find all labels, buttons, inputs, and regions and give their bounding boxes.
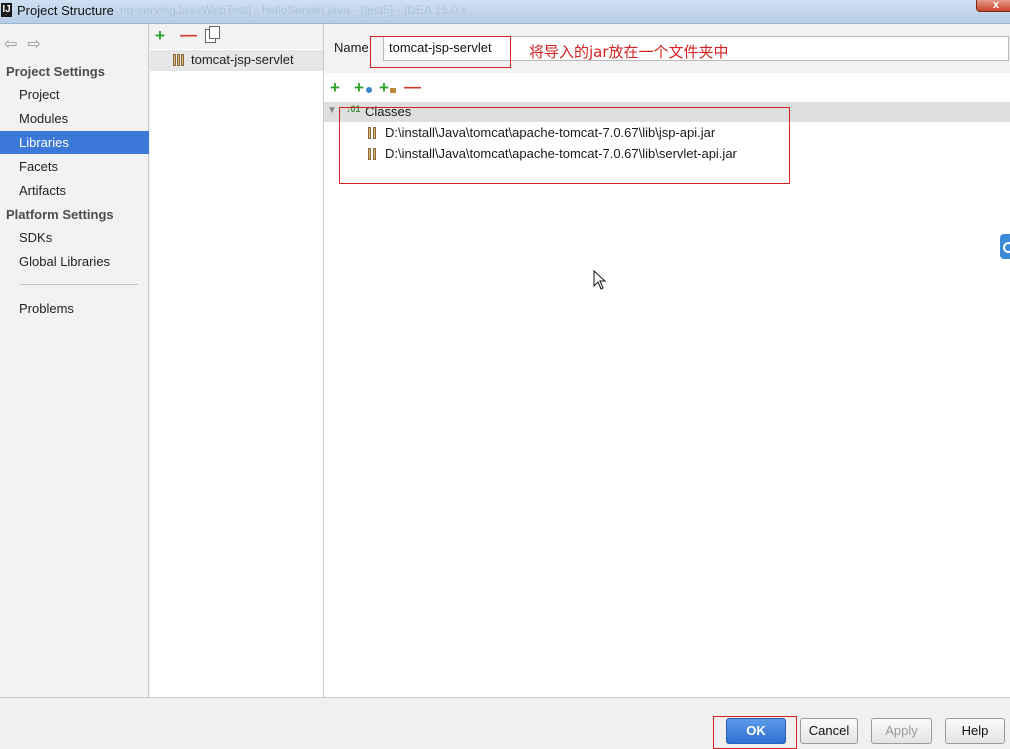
remove-library-icon[interactable]: — bbox=[180, 25, 197, 45]
copy-library-icon[interactable] bbox=[205, 26, 220, 43]
mouse-cursor-icon bbox=[593, 270, 607, 290]
attach-badge-icon bbox=[366, 87, 372, 93]
background-window-title: no-servingJavaWebTest] - helloServlet.ja… bbox=[120, 3, 468, 17]
annotation-text: 将导入的jar放在一个文件夹中 bbox=[529, 43, 729, 61]
annotation-box-name bbox=[370, 36, 511, 68]
sidebar-item-project[interactable]: Project bbox=[0, 83, 149, 106]
attach-classes-icon[interactable]: + bbox=[354, 78, 364, 98]
title-bar: IJ Project Structure no-servingJavaWebTe… bbox=[0, 0, 1010, 24]
library-list-toolbar: + — bbox=[150, 24, 323, 49]
annotation-box-classes bbox=[339, 107, 790, 184]
attach-jar-icon[interactable]: + bbox=[379, 78, 389, 98]
library-name-bar: Name tomcat-jsp-servlet 将导入的jar放在一个文件夹中 bbox=[324, 24, 1010, 73]
sidebar-item-libraries[interactable]: Libraries bbox=[0, 131, 149, 154]
sidebar-item-global-libraries[interactable]: Global Libraries bbox=[0, 250, 149, 273]
sidebar-item-modules[interactable]: Modules bbox=[0, 107, 149, 130]
apply-button[interactable]: Apply bbox=[871, 718, 932, 744]
intellij-app-icon: IJ bbox=[1, 3, 12, 17]
arrow-right-icon[interactable]: ⇨ bbox=[27, 36, 40, 53]
classes-toolbar: + + + — bbox=[324, 77, 1010, 100]
remove-root-icon[interactable]: — bbox=[404, 77, 421, 97]
dialog-button-bar: OK Cancel Apply Help bbox=[0, 697, 1010, 749]
side-panel-toggle-button[interactable] bbox=[1000, 234, 1010, 259]
expand-triangle-icon[interactable]: ▼ bbox=[327, 105, 337, 116]
library-list-panel: + — tomcat-jsp-servlet bbox=[150, 24, 324, 697]
sidebar-item-facets[interactable]: Facets bbox=[0, 155, 149, 178]
sidebar-divider bbox=[20, 284, 138, 285]
library-item-label: tomcat-jsp-servlet bbox=[191, 52, 294, 67]
library-detail-panel: Name tomcat-jsp-servlet 将导入的jar放在一个文件夹中 … bbox=[324, 24, 1010, 697]
history-nav: ⇦ ⇨ bbox=[4, 34, 51, 54]
sidebar-item-problems[interactable]: Problems bbox=[0, 297, 149, 320]
window-title: Project Structure bbox=[17, 3, 114, 18]
add-root-icon[interactable]: + bbox=[330, 78, 340, 98]
close-window-button[interactable]: x bbox=[976, 0, 1010, 12]
sidebar-item-artifacts[interactable]: Artifacts bbox=[0, 179, 149, 202]
project-settings-header: Project Settings bbox=[6, 64, 105, 79]
annotation-box-ok bbox=[713, 716, 797, 749]
add-library-icon[interactable]: + bbox=[155, 26, 165, 46]
sidebar-item-sdks[interactable]: SDKs bbox=[0, 226, 149, 249]
cancel-button[interactable]: Cancel bbox=[800, 718, 858, 744]
library-list-item[interactable]: tomcat-jsp-servlet bbox=[150, 50, 323, 71]
jar-badge-icon bbox=[390, 88, 396, 93]
arrow-left-icon[interactable]: ⇦ bbox=[4, 36, 17, 53]
library-icon bbox=[173, 54, 185, 66]
name-label: Name bbox=[334, 40, 369, 55]
help-button[interactable]: Help bbox=[945, 718, 1005, 744]
settings-sidebar: ⇦ ⇨ Project Settings Project Modules Libr… bbox=[0, 24, 149, 697]
platform-settings-header: Platform Settings bbox=[6, 207, 114, 222]
